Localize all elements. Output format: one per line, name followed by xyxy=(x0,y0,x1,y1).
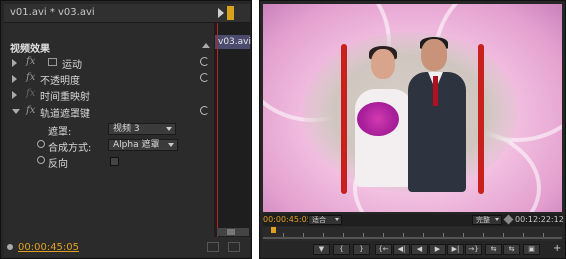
quality-value: 完整 xyxy=(476,216,490,224)
effect-row-opacity[interactable]: fx 不透明度 xyxy=(4,71,214,87)
expand-arrow-icon[interactable] xyxy=(218,8,224,18)
effect-controls-header: v01.avi * v03.avi xyxy=(4,4,250,23)
monitor-time-ruler[interactable] xyxy=(263,227,562,241)
matte-label: 遮罩: xyxy=(48,127,72,138)
stopwatch-icon[interactable] xyxy=(37,140,45,148)
go-to-out-button[interactable]: →} xyxy=(465,244,482,255)
effect-row-time-remapping[interactable]: fx 时间重映射 xyxy=(4,87,214,103)
chevron-down-icon xyxy=(166,127,172,131)
motion-transform-icon[interactable] xyxy=(48,58,57,66)
video-frame xyxy=(263,4,562,212)
scroll-knob[interactable] xyxy=(227,229,235,235)
current-time-display[interactable]: 00:00:45:05 xyxy=(18,242,79,253)
chevron-down-icon xyxy=(335,218,339,221)
red-pole xyxy=(478,44,484,194)
add-button-icon[interactable]: + xyxy=(553,243,561,254)
reset-icon[interactable] xyxy=(200,73,209,82)
effect-row-motion[interactable]: fx 运动 xyxy=(4,55,214,71)
play-button[interactable]: ▶ xyxy=(429,244,446,255)
bride-head xyxy=(371,49,395,79)
fx-icon[interactable]: fx xyxy=(26,56,35,67)
reverse-checkbox[interactable] xyxy=(110,157,119,166)
groom-head xyxy=(421,39,447,71)
effect-label: 时间重映射 xyxy=(40,92,90,103)
prop-row-reverse: 反向 xyxy=(4,154,214,170)
chevron-down-icon xyxy=(168,143,174,147)
scroll-up-icon[interactable] xyxy=(202,43,210,48)
expand-triangle-icon[interactable] xyxy=(12,91,17,99)
effect-timeline-area[interactable] xyxy=(214,23,250,237)
prop-row-matte: 遮罩: 视频 3 xyxy=(4,122,214,138)
timeline-marker-icon xyxy=(227,6,234,20)
bouquet xyxy=(357,102,399,136)
reverse-label: 反向 xyxy=(48,159,68,170)
effect-label: 不透明度 xyxy=(40,76,80,87)
step-back-button[interactable]: ◀| xyxy=(393,244,410,255)
groom-tie xyxy=(433,76,438,106)
ruler-track[interactable] xyxy=(263,237,562,239)
stopwatch-icon[interactable] xyxy=(37,156,45,164)
timeline-zoom-scroll[interactable] xyxy=(217,228,249,236)
effect-row-track-matte-key[interactable]: fx 轨道遮罩键 xyxy=(4,104,214,120)
transport-controls: ▼ { } {← ◀| ◀ ▶ ▶| →} ⇆ ⇆ ▣ + xyxy=(263,242,562,257)
monitor-current-time[interactable]: 00:00:45:05 xyxy=(263,215,312,224)
composite-dropdown[interactable]: Alpha 遮罩 xyxy=(108,139,178,151)
reset-icon[interactable] xyxy=(200,106,209,115)
matte-value: 视频 3 xyxy=(113,124,140,134)
sequence-duration: 00:12:22:12 xyxy=(515,215,564,224)
audio-icon[interactable] xyxy=(207,242,219,252)
fx-icon[interactable]: fx xyxy=(26,72,35,83)
sequence-clip-title: v01.avi * v03.avi xyxy=(10,7,95,18)
mark-in-button[interactable]: { xyxy=(333,244,350,255)
fit-value: 适合 xyxy=(312,216,326,224)
effect-controls-panel: v01.avi * v03.avi v03.avi 视频效果 fx 运动 fx … xyxy=(0,0,252,259)
composite-value: Alpha 遮罩 xyxy=(113,140,160,150)
extract-button[interactable]: ⇆ xyxy=(503,244,520,255)
mark-out-button[interactable]: } xyxy=(353,244,370,255)
fit-dropdown[interactable]: 适合 xyxy=(308,215,342,225)
effect-label: 运动 xyxy=(62,60,82,71)
expand-triangle-icon[interactable] xyxy=(12,59,17,67)
time-icon xyxy=(7,244,13,250)
playhead-line[interactable] xyxy=(217,23,218,237)
playhead-marker-icon[interactable] xyxy=(271,227,276,233)
chevron-down-icon xyxy=(495,218,499,221)
fx-icon: fx xyxy=(26,88,36,99)
clip-tab[interactable]: v03.avi xyxy=(215,35,251,49)
lift-button[interactable]: ⇆ xyxy=(485,244,502,255)
prop-row-composite: 合成方式: Alpha 遮罩 xyxy=(4,138,214,154)
step-forward-button[interactable]: ▶| xyxy=(447,244,464,255)
effect-label: 轨道遮罩键 xyxy=(40,109,90,120)
go-to-in-button[interactable]: {← xyxy=(375,244,392,255)
export-frame-button[interactable]: ▣ xyxy=(523,244,540,255)
expand-triangle-icon[interactable] xyxy=(12,75,17,83)
play-reverse-button[interactable]: ◀ xyxy=(411,244,428,255)
matte-dropdown[interactable]: 视频 3 xyxy=(108,123,176,135)
composite-label: 合成方式: xyxy=(48,143,92,154)
quality-dropdown[interactable]: 完整 xyxy=(472,215,502,225)
red-pole xyxy=(341,44,347,194)
reset-icon[interactable] xyxy=(200,57,209,66)
section-title-video-effects: 视频效果 xyxy=(10,44,50,55)
add-marker-button[interactable]: ▼ xyxy=(313,244,330,255)
collapse-triangle-icon[interactable] xyxy=(12,109,20,114)
fx-icon[interactable]: fx xyxy=(26,105,35,116)
export-icon[interactable] xyxy=(228,242,240,252)
program-monitor-panel: 00:00:45:05 适合 完整 00:12:22:12 ▼ { } {← ◀… xyxy=(259,0,566,259)
